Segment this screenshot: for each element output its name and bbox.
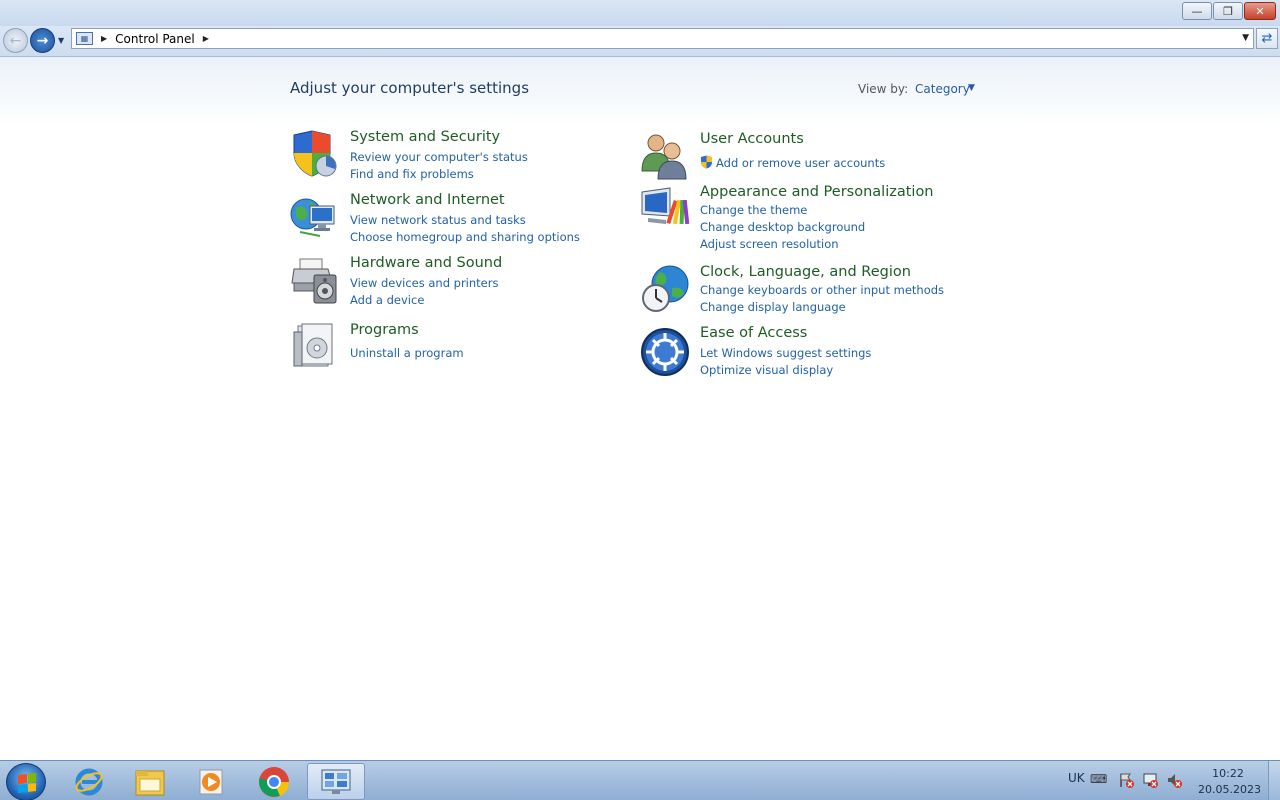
taskbar: UK ⌨ 10:22 20.05.2023 (0, 760, 1280, 800)
media-player-icon (199, 769, 223, 794)
category-title[interactable]: Clock, Language, and Region (700, 264, 911, 280)
clock-time: 10:22 (1212, 767, 1244, 780)
breadcrumb-chevron-icon[interactable]: ▶ (203, 34, 209, 43)
category-system-security: System and Security Review your computer… (290, 129, 630, 189)
programs-icon[interactable] (290, 322, 340, 372)
view-by-dropdown[interactable]: Category (915, 82, 970, 96)
forward-arrow-icon: → (36, 32, 49, 49)
forward-button[interactable]: → (30, 28, 55, 53)
taskbar-file-explorer[interactable] (121, 763, 179, 800)
internet-explorer-icon (75, 768, 103, 795)
network-status-icon[interactable] (1142, 772, 1158, 788)
refresh-icon: ⇄ (1261, 31, 1273, 46)
show-desktop-button[interactable] (1268, 761, 1280, 800)
recent-pages-dropdown[interactable]: ▼ (58, 36, 64, 45)
category-link[interactable]: Change keyboards or other input methods (700, 283, 944, 297)
category-ease-of-access: Ease of Access Let Windows suggest setti… (640, 325, 980, 387)
category-link[interactable]: Choose homegroup and sharing options (350, 230, 580, 244)
category-link[interactable]: View devices and printers (350, 276, 498, 290)
category-programs: Programs Uninstall a program (290, 322, 630, 372)
category-title[interactable]: Ease of Access (700, 325, 807, 341)
category-title[interactable]: Appearance and Personalization (700, 184, 934, 200)
refresh-button[interactable]: ⇄ (1256, 28, 1278, 49)
monitor-paint-icon[interactable] (640, 184, 690, 234)
clock-date: 20.05.2023 (1198, 783, 1261, 796)
network-globe-icon[interactable] (290, 192, 340, 242)
action-center-flag-icon[interactable] (1118, 772, 1134, 788)
taskbar-chrome[interactable] (245, 763, 303, 800)
breadcrumb-control-panel[interactable]: Control Panel (115, 32, 195, 46)
system-clock[interactable]: 10:22 20.05.2023 (1198, 766, 1261, 798)
taskbar-control-panel[interactable] (307, 763, 365, 800)
category-title[interactable]: User Accounts (700, 131, 804, 147)
volume-muted-icon[interactable] (1166, 772, 1182, 788)
navigation-bar: ← → ▼ ▦ ▶ Control Panel ▶ ▼ ⇄ (0, 26, 1280, 57)
category-link[interactable]: Optimize visual display (700, 363, 833, 377)
windows-logo-icon (18, 773, 36, 793)
restore-button[interactable]: ❐ (1213, 2, 1243, 20)
users-icon[interactable] (640, 131, 690, 181)
uac-shield-icon (701, 155, 712, 169)
category-link[interactable]: Change desktop background (700, 220, 865, 234)
category-user-accounts: User Accounts Add or remove user account… (640, 131, 980, 181)
category-link[interactable]: Add a device (350, 293, 424, 307)
page-title: Adjust your computer's settings (290, 79, 530, 97)
minimize-icon: — (1191, 4, 1203, 18)
category-link[interactable]: Change display language (700, 300, 846, 314)
category-hardware-sound: Hardware and Sound View devices and prin… (290, 255, 630, 315)
window-titlebar: — ❐ ✕ (0, 0, 1280, 26)
category-link[interactable]: Review your computer's status (350, 150, 528, 164)
close-button[interactable]: ✕ (1244, 2, 1276, 20)
control-panel-content: Adjust your computer's settings View by:… (0, 57, 1280, 760)
category-title[interactable]: System and Security (350, 129, 500, 145)
minimize-button[interactable]: — (1182, 2, 1212, 20)
shield-icon[interactable] (290, 129, 340, 179)
printer-speaker-icon[interactable] (290, 255, 340, 305)
start-button[interactable] (6, 763, 46, 800)
globe-clock-icon[interactable] (640, 264, 690, 314)
back-arrow-icon: ← (9, 32, 22, 49)
category-title[interactable]: Hardware and Sound (350, 255, 502, 271)
category-link[interactable]: Change the theme (700, 203, 807, 217)
restore-icon: ❐ (1223, 4, 1233, 18)
close-icon: ✕ (1255, 4, 1265, 18)
category-clock-language-region: Clock, Language, and Region Change keybo… (640, 264, 980, 324)
ease-of-access-icon[interactable] (640, 327, 690, 377)
taskbar-internet-explorer[interactable] (60, 763, 118, 800)
category-link-with-shield[interactable]: Add or remove user accounts (700, 155, 885, 170)
control-panel-icon (321, 769, 351, 794)
category-title[interactable]: Programs (350, 322, 419, 338)
category-link-label[interactable]: Add or remove user accounts (716, 156, 885, 170)
keyboard-icon[interactable]: ⌨ (1090, 772, 1107, 788)
category-link[interactable]: View network status and tasks (350, 213, 526, 227)
category-link[interactable]: Find and fix problems (350, 167, 474, 181)
chrome-icon (259, 766, 290, 797)
category-link[interactable]: Adjust screen resolution (700, 237, 839, 251)
address-dropdown-icon[interactable]: ▼ (1242, 33, 1249, 43)
category-network-internet: Network and Internet View network status… (290, 192, 630, 252)
language-indicator[interactable]: UK (1068, 771, 1085, 785)
dropdown-arrow-icon[interactable]: ▼ (968, 83, 975, 93)
category-title[interactable]: Network and Internet (350, 192, 505, 208)
address-bar[interactable]: ▦ ▶ Control Panel ▶ ▼ (71, 28, 1254, 49)
breadcrumb-chevron-icon[interactable]: ▶ (101, 34, 107, 43)
category-link[interactable]: Uninstall a program (350, 346, 464, 360)
taskbar-media-player[interactable] (182, 763, 240, 800)
category-appearance-personalization: Appearance and Personalization Change th… (640, 184, 980, 254)
back-button[interactable]: ← (3, 28, 28, 53)
control-panel-small-icon: ▦ (76, 32, 93, 45)
file-explorer-icon (135, 770, 165, 795)
view-by-label: View by: (858, 82, 909, 96)
category-link[interactable]: Let Windows suggest settings (700, 346, 871, 360)
